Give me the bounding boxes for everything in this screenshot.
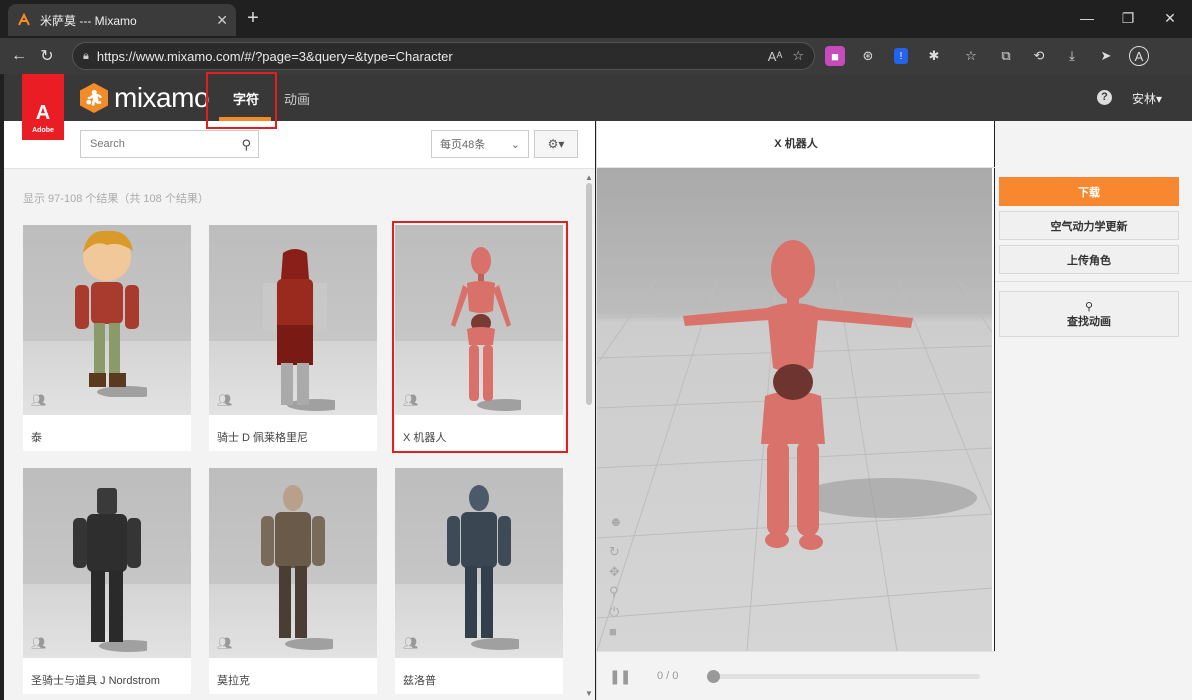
address-bar[interactable]: 🔒︎ https://www.mixamo.com/#/?page=3&quer… [72, 42, 815, 70]
adobe-logo-text: Adobe [32, 127, 54, 134]
mixamo-favicon-icon [18, 12, 30, 26]
character-thumbnail: 👥︎ [23, 468, 191, 658]
character-name: 泰 [31, 432, 42, 444]
shield-extension-icon[interactable]: ! [894, 48, 908, 64]
close-tab-icon[interactable]: ✕ [216, 12, 228, 29]
close-window-icon[interactable]: ✕ [1160, 10, 1180, 27]
search-icon[interactable]: ⚲ [241, 137, 251, 153]
search-input[interactable] [90, 138, 230, 150]
profile-icon[interactable]: A [1129, 46, 1149, 66]
move-icon[interactable]: ✥ [609, 564, 620, 580]
timeline-track[interactable] [710, 674, 980, 679]
person-icon: 👥︎ [217, 393, 233, 407]
minimize-icon[interactable]: — [1077, 10, 1097, 26]
browser-tab[interactable]: 米萨莫 --- Mixamo ✕ [8, 4, 236, 36]
character-card[interactable]: 👥︎ 兹洛普 [395, 468, 563, 694]
mixamo-figure-icon: ⛹︎ [80, 83, 108, 113]
pause-icon[interactable]: ❚❚ [609, 668, 631, 685]
zoom-icon[interactable]: ⚲ [609, 584, 619, 600]
extension-icon[interactable]: ⊛ [858, 46, 878, 66]
chevron-down-icon: ⌄ [510, 138, 520, 151]
character-viewer: X 机器人 ☻ ↻ ✥ ⚲ ⏻ ■ ❚❚ 0 / 0 [596, 121, 995, 700]
share-icon[interactable]: ➤ [1096, 46, 1116, 66]
url-text: https://www.mixamo.com/#/?page=3&query=&… [96, 48, 453, 64]
tab-animations[interactable]: 动画 [284, 89, 310, 108]
results-count: 显示 97-108 个结果（共 108 个结果） [23, 193, 209, 205]
camera-icon[interactable]: ■ [609, 624, 617, 639]
browser-toolbar: ⚲ 每页48条 ⌄ ⚙▾ [4, 121, 595, 169]
character-name: 莫拉克 [217, 675, 250, 687]
downloads-icon[interactable]: ⤓ [1062, 46, 1082, 66]
character-card[interactable]: 👥︎ 泰 [23, 225, 191, 451]
character-thumbnail: 👥︎ [209, 225, 377, 415]
character-thumbnail: 👥︎ [395, 468, 563, 658]
upload-character-button[interactable]: 上传角色 [999, 245, 1179, 274]
frame-counter: 0 / 0 [657, 670, 679, 682]
highlight-box [206, 72, 277, 129]
timeline-handle[interactable] [707, 670, 720, 683]
search-icon: ⚲ [1084, 300, 1094, 313]
character-name: 圣骑士与道具 J Nordstrom [31, 675, 160, 687]
per-page-select[interactable]: 每页48条 ⌄ [431, 130, 529, 158]
character-card[interactable]: 👥︎ 莫拉克 [209, 468, 377, 694]
3d-stage[interactable]: ☻ ↻ ✥ ⚲ ⏻ ■ [597, 168, 992, 651]
power-icon[interactable]: ⏻ [609, 604, 619, 620]
extension-icon[interactable]: ■ [825, 46, 845, 66]
settings-gear-button[interactable]: ⚙▾ [534, 130, 578, 158]
lock-icon: 🔒︎ [83, 49, 89, 62]
rotate-icon[interactable]: ↻ [609, 544, 620, 560]
mixamo-wordmark: mixamo [114, 82, 210, 113]
adobe-a-icon: A [35, 102, 51, 124]
per-page-value: 每页48条 [440, 139, 486, 151]
search-box[interactable]: ⚲ [80, 130, 259, 158]
action-panel: 下载 空气动力学更新 上传角色 ⚲ 查找动画 [995, 121, 1192, 700]
person-icon: 👥︎ [403, 636, 419, 650]
refresh-icon[interactable]: ↻ [33, 42, 61, 70]
character-thumbnail: 👥︎ [209, 468, 377, 658]
scrollbar-thumb[interactable] [586, 183, 592, 405]
download-button[interactable]: 下载 [999, 177, 1179, 206]
restore-icon[interactable]: ❐ [1118, 10, 1138, 27]
person-icon: 👥︎ [31, 393, 47, 407]
user-menu[interactable]: 安林▾ [1132, 90, 1162, 107]
skeleton-icon[interactable]: ☻ [609, 514, 623, 529]
character-name: 兹洛普 [403, 675, 436, 687]
find-animations-label: 查找动画 [1067, 315, 1111, 328]
new-tab-icon[interactable]: + [243, 8, 263, 28]
favorite-star-icon[interactable]: ☆ [792, 48, 804, 64]
viewer-title: X 机器人 [597, 121, 995, 168]
favorites-icon[interactable]: ☆ [961, 46, 981, 66]
mixamo-logo[interactable]: ⛹︎ mixamo [80, 82, 210, 114]
adobe-logo[interactable]: A Adobe [22, 74, 64, 140]
app-header: A Adobe ⛹︎ mixamo 字符 动画 ? 安林▾ [4, 74, 1192, 140]
character-thumbnail: 👥︎ [23, 225, 191, 415]
divider [995, 281, 1192, 282]
browser-tab-bar: 米萨莫 --- Mixamo ✕ + — ❐ ✕ [0, 0, 1192, 38]
back-arrow-icon[interactable]: ← [5, 42, 33, 70]
collections-icon[interactable]: ⧉ [996, 46, 1016, 66]
read-aloud-icon[interactable]: Aᴬ [768, 49, 783, 64]
aero-update-button[interactable]: 空气动力学更新 [999, 211, 1179, 240]
character-name: 骑士 D 佩莱格里尼 [217, 432, 309, 444]
person-icon: 👥︎ [31, 636, 47, 650]
scroll-down-icon[interactable]: ▼ [585, 689, 593, 698]
playback-controls: ❚❚ 0 / 0 [597, 651, 995, 700]
scrollbar[interactable]: ▲ ▼ [583, 171, 595, 700]
extensions-puzzle-icon[interactable]: ✱ [924, 46, 944, 66]
history-icon[interactable]: ⟲ [1029, 46, 1049, 66]
person-icon: 👥︎ [217, 636, 233, 650]
character-card[interactable]: 👥︎ 圣骑士与道具 J Nordstrom [23, 468, 191, 694]
gear-icon: ⚙▾ [547, 137, 565, 151]
help-icon[interactable]: ? [1097, 90, 1112, 105]
character-card[interactable]: 👥︎ 骑士 D 佩莱格里尼 [209, 225, 377, 451]
tab-title: 米萨莫 --- Mixamo [40, 13, 137, 28]
find-animations-button[interactable]: ⚲ 查找动画 [999, 291, 1179, 337]
scroll-up-icon[interactable]: ▲ [585, 173, 593, 182]
highlight-box [392, 221, 568, 453]
